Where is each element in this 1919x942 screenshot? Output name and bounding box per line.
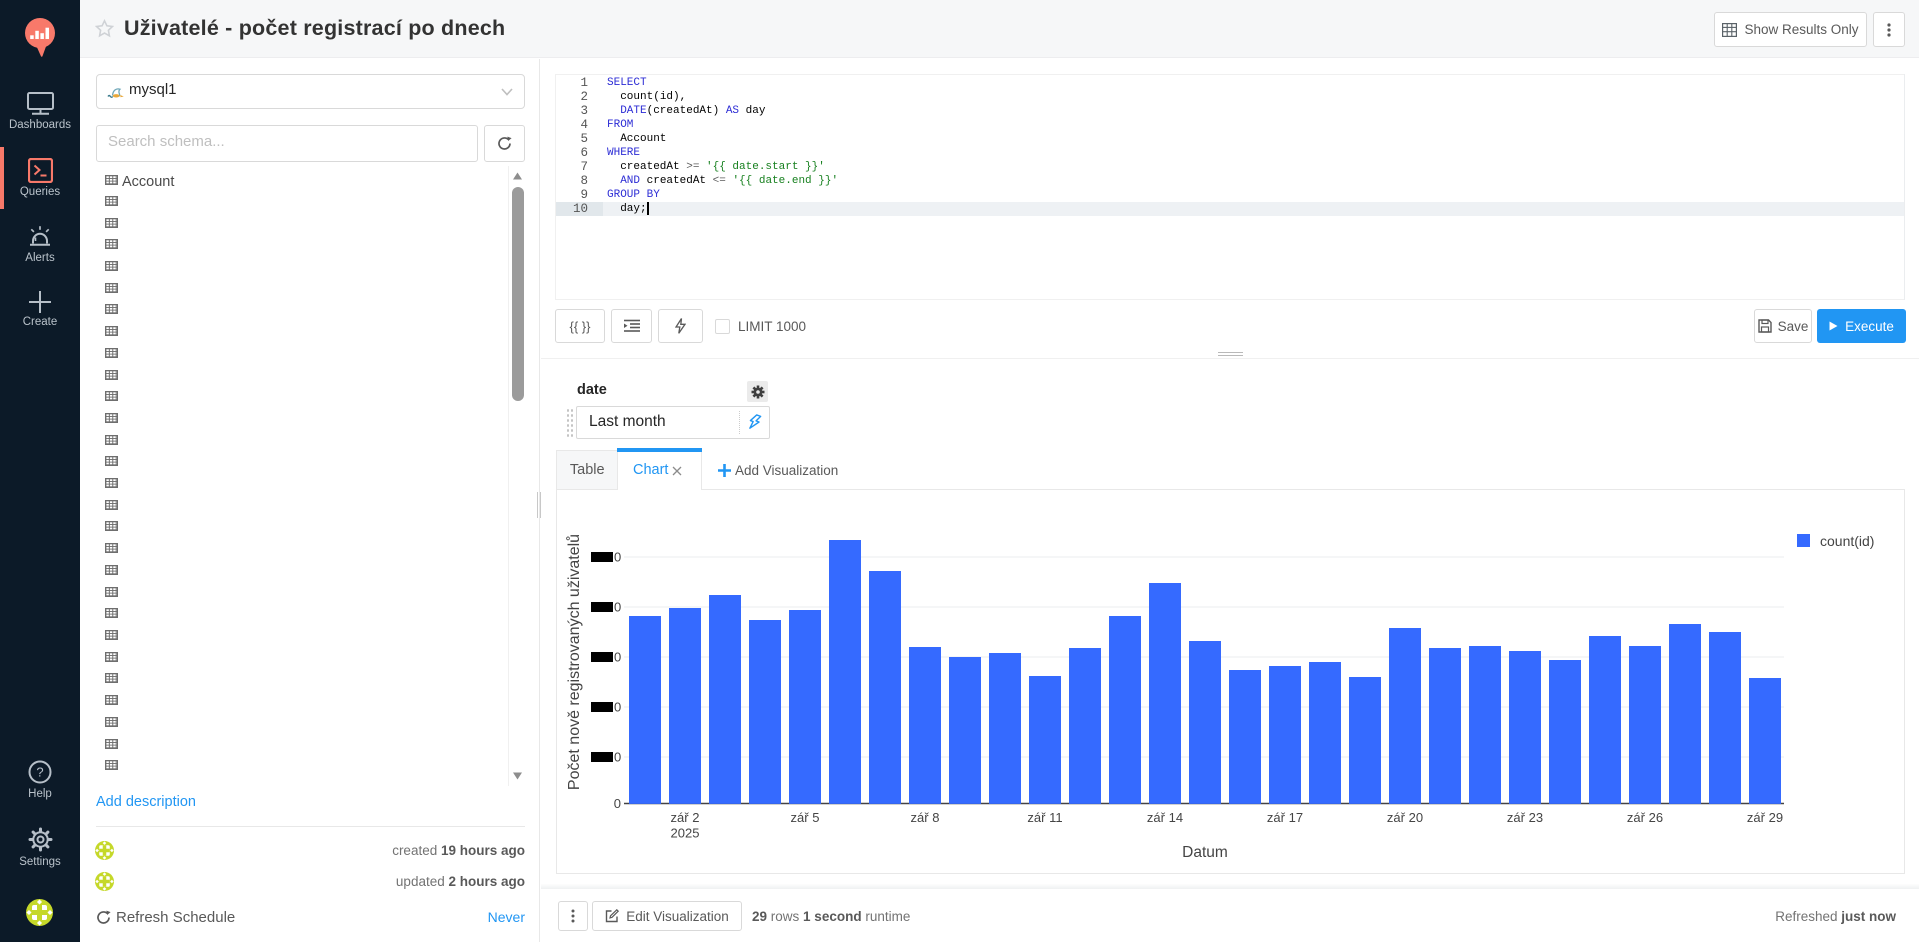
svg-text:0: 0: [614, 650, 621, 665]
svg-text:zář 8: zář 8: [911, 810, 940, 825]
svg-text:0: 0: [614, 796, 621, 811]
svg-text:zář 14: zář 14: [1147, 810, 1183, 825]
svg-text:zář 20: zář 20: [1387, 810, 1423, 825]
svg-text:?: ?: [36, 765, 43, 780]
svg-text:0: 0: [614, 600, 621, 615]
svg-text:Počet nově registrovaných uživ: Počet nově registrovaných uživatelů: [565, 534, 583, 790]
svg-text:zář 17: zář 17: [1267, 810, 1303, 825]
svg-text:zář 2: zář 2: [671, 810, 700, 825]
svg-text:2025: 2025: [671, 826, 700, 841]
svg-text:0: 0: [614, 550, 621, 565]
svg-text:zář 23: zář 23: [1507, 810, 1543, 825]
svg-text:Datum: Datum: [1182, 844, 1228, 861]
svg-text:zář 5: zář 5: [791, 810, 820, 825]
svg-text:zář 26: zář 26: [1627, 810, 1663, 825]
svg-text:0: 0: [614, 750, 621, 765]
svg-text:0: 0: [614, 700, 621, 715]
svg-text:zář 11: zář 11: [1027, 810, 1062, 825]
svg-text:count(id): count(id): [1820, 533, 1874, 549]
svg-text:zář 29: zář 29: [1747, 810, 1783, 825]
